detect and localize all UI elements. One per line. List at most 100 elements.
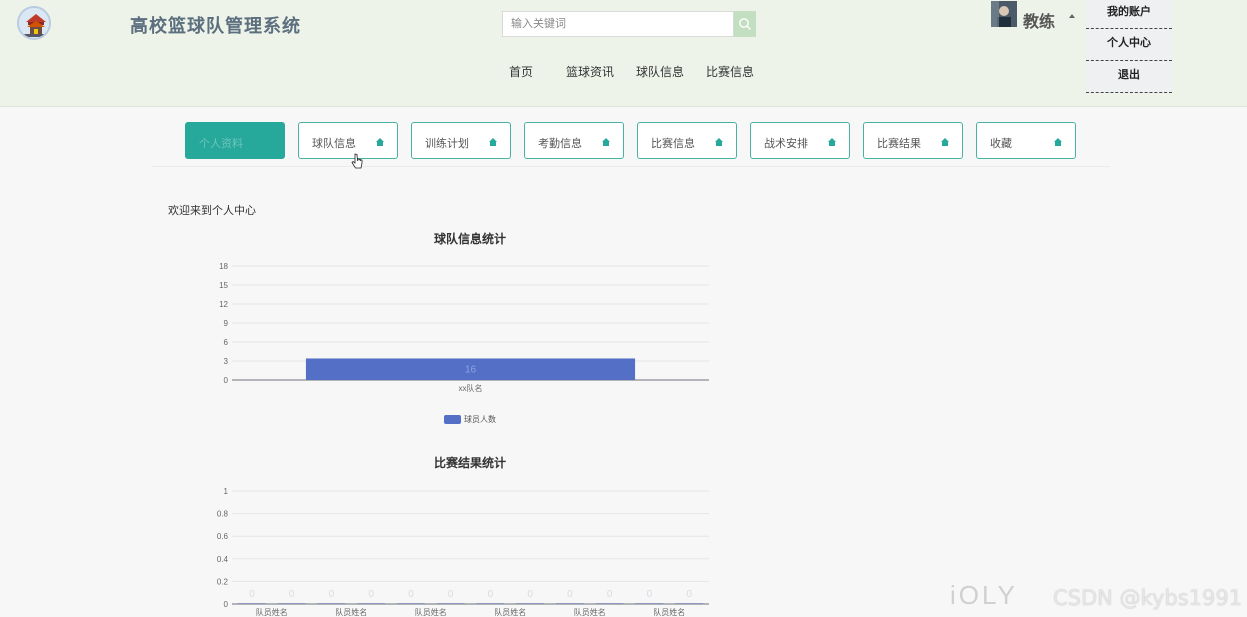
tab-label: 考勤信息 <box>538 138 582 150</box>
y-tick-label: 0 <box>224 376 229 385</box>
bar <box>635 603 664 604</box>
bar-data-label: 0 <box>249 589 255 600</box>
bar <box>516 603 545 604</box>
y-tick-label: 12 <box>219 300 228 309</box>
caret-up-icon[interactable] <box>1069 14 1075 18</box>
home-icon <box>715 138 723 146</box>
bar <box>555 603 584 604</box>
search-icon <box>739 18 751 30</box>
tab-tactics[interactable]: 战术安排 <box>750 122 850 159</box>
bar <box>476 603 505 604</box>
tab-label: 比赛信息 <box>651 138 695 150</box>
tab-match-info[interactable]: 比赛信息 <box>637 122 737 159</box>
tab-label: 收藏 <box>990 138 1012 150</box>
tab-favorites[interactable]: 收藏 <box>976 122 1076 159</box>
home-icon <box>1054 138 1062 146</box>
y-tick-label: 9 <box>224 319 229 328</box>
team-info-chart: 球队信息统计 0 3 6 9 12 15 18 16 xx队名 球员人数 <box>200 228 740 438</box>
bar <box>396 603 425 604</box>
bar-data-label: 0 <box>289 589 295 600</box>
nav-team-info[interactable]: 球队信息 <box>636 63 684 80</box>
tab-label: 战术安排 <box>764 138 808 150</box>
bar-data-label: 0 <box>368 589 374 600</box>
tab-attendance[interactable]: 考勤信息 <box>524 122 624 159</box>
menu-personal-center[interactable]: 个人中心 <box>1086 29 1172 61</box>
home-icon <box>941 138 949 146</box>
legend-swatch <box>444 415 461 424</box>
csdn-watermark: CSDN @kybs1991 <box>1053 586 1243 610</box>
x-tick-label: 队员姓名 <box>335 607 367 617</box>
bar <box>277 603 306 604</box>
nav-match-info[interactable]: 比赛信息 <box>706 63 754 80</box>
y-tick-label: 0.6 <box>217 532 229 541</box>
menu-logout[interactable]: 退出 <box>1086 61 1172 93</box>
y-tick-label: 0.2 <box>217 577 229 586</box>
tab-label: 比赛结果 <box>877 138 921 150</box>
y-tick-label: 0.4 <box>217 555 229 564</box>
main-nav: 首页 篮球资讯 球队信息 比赛信息 <box>509 63 776 80</box>
bar-data-label: 0 <box>607 589 613 600</box>
user-dropdown-menu: 我的账户 个人中心 退出 <box>1086 0 1172 93</box>
tab-team-info[interactable]: 球队信息 <box>298 122 398 159</box>
bar <box>237 603 266 604</box>
bar-data-label: 0 <box>329 589 335 600</box>
bar-data-label: 0 <box>686 589 692 600</box>
tab-label: 个人资料 <box>199 138 243 150</box>
y-tick-label: 6 <box>224 338 229 347</box>
x-tick-label: 队员姓名 <box>494 607 526 617</box>
y-tick-label: 0.8 <box>217 510 229 519</box>
site-title: 高校篮球队管理系统 <box>130 16 301 36</box>
match-results-chart: 比赛结果统计 0 0.2 0.4 0.6 0.8 1 0 队员姓名 0 0 队员姓名 0 0 队员姓名 0 0… <box>200 452 740 617</box>
user-name[interactable]: 教练 <box>1023 8 1055 32</box>
y-tick-label: 15 <box>219 281 228 290</box>
watermark: iOLY <box>950 580 1018 610</box>
match-results-chart-svg: 00.20.40.60.810队员姓名0 0队员姓名0 0队员姓名0 0队员姓名0 0队… <box>217 487 709 617</box>
tab-training-plan[interactable]: 训练计划 <box>411 122 511 159</box>
tab-profile[interactable]: 个人资料 <box>185 122 285 159</box>
center-tabs: 个人资料 球队信息 训练计划 考勤信息 比赛信息 战术安排 比赛结果 收藏 <box>185 122 1089 159</box>
bar-data-label: 16 <box>465 364 477 375</box>
search-input[interactable] <box>502 11 734 37</box>
bar-data-label: 0 <box>408 589 414 600</box>
avatar[interactable] <box>991 1 1017 27</box>
home-icon <box>376 138 384 146</box>
bar-data-label: 0 <box>448 589 454 600</box>
bar <box>357 603 386 604</box>
x-tick-label: 队员姓名 <box>415 607 447 617</box>
y-tick-label: 0 <box>224 600 229 609</box>
x-tick-label: 队员姓名 <box>574 607 606 617</box>
bar-data-label: 0 <box>647 589 653 600</box>
home-icon <box>828 138 836 146</box>
welcome-text: 欢迎来到个人中心 <box>168 205 256 217</box>
y-tick-label: 18 <box>219 262 228 271</box>
chart-title: 比赛结果统计 <box>433 456 506 470</box>
tab-label: 训练计划 <box>425 138 469 150</box>
menu-my-account[interactable]: 我的账户 <box>1086 0 1172 29</box>
hand-cursor-icon <box>351 153 363 169</box>
home-icon <box>489 138 497 146</box>
y-tick-label: 3 <box>224 357 229 366</box>
x-tick-label: xx队名 <box>459 383 483 393</box>
chart-title: 球队信息统计 <box>433 232 506 246</box>
x-tick-label: 队员姓名 <box>653 607 685 617</box>
search-button[interactable] <box>734 11 756 37</box>
x-tick-label: 队员姓名 <box>256 607 288 617</box>
bar-data-label: 0 <box>488 589 494 600</box>
bar <box>675 603 704 604</box>
y-tick-label: 1 <box>224 487 229 496</box>
divider <box>152 166 1110 167</box>
bar-data-label: 0 <box>527 589 533 600</box>
team-info-chart-svg: 0 3 6 9 12 15 18 16 xx队名 <box>219 262 709 393</box>
bar <box>595 603 624 604</box>
tab-label: 球队信息 <box>312 138 356 150</box>
temple-logo-icon <box>19 8 49 38</box>
nav-news[interactable]: 篮球资讯 <box>566 63 614 80</box>
bar <box>317 603 346 604</box>
user-avatar-icon <box>991 1 1017 27</box>
bar <box>436 603 465 604</box>
legend-label: 球员人数 <box>464 415 496 424</box>
logo[interactable] <box>17 6 51 40</box>
tab-match-results[interactable]: 比赛结果 <box>863 122 963 159</box>
chart-legend: 球员人数 <box>444 414 496 425</box>
nav-home[interactable]: 首页 <box>509 63 533 80</box>
